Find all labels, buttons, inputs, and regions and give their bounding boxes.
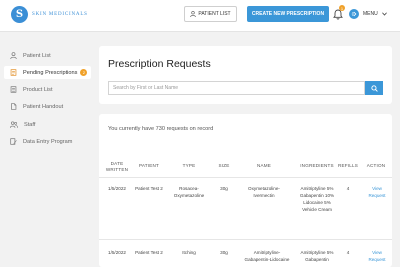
cell-size: 30g	[220, 250, 228, 255]
sidebar-item-label: Product List	[23, 86, 53, 93]
create-new-prescription-label: CREATE NEW PRESCRIPTION	[251, 11, 325, 17]
sidebar-item-product-list[interactable]: Product List	[4, 83, 91, 96]
patient-list-label: PATIENT LIST	[198, 11, 231, 17]
search-icon	[370, 84, 378, 92]
record-count: You currently have 730 requests on recor…	[108, 126, 214, 132]
user-icon	[190, 11, 197, 17]
cell-name: Amitriptyline-Gabapentin-Lidocaine	[244, 250, 290, 262]
cell-refills: 4	[346, 250, 350, 255]
search-placeholder: Search by First or Last Name	[113, 85, 179, 91]
column-header-action[interactable]: ACTION	[363, 163, 389, 169]
sidebar-item-label: Staff	[24, 121, 36, 128]
staff-icon	[10, 121, 18, 128]
sidebar-item-patient-handout[interactable]: Patient Handout	[4, 100, 91, 113]
gear-icon	[349, 9, 359, 19]
cell-name: Oxymetazoline-Ivermectin	[248, 186, 280, 198]
sidebar-item-staff[interactable]: Staff	[4, 118, 91, 131]
column-header-patient[interactable]: PATIENT	[135, 163, 163, 169]
patient-list-button[interactable]: PATIENT LIST	[184, 6, 237, 22]
page-title: Prescription Requests	[108, 58, 211, 70]
cell-type: Itching	[182, 250, 196, 255]
notification-badge: 1	[339, 5, 345, 11]
top-bar: S SKIN MEDICINALS PATIENT LIST CREATE NE…	[0, 0, 400, 32]
sidebar-item-label: Patient Handout	[23, 103, 64, 110]
view-request-link[interactable]: View Request	[365, 249, 389, 263]
column-header-refills[interactable]: REFILLS	[337, 163, 359, 169]
menu-button[interactable]: MENU	[349, 8, 387, 20]
sidebar-item-label: Patient List	[23, 52, 51, 59]
column-header-type[interactable]: TYPE	[171, 163, 207, 169]
cell-size: 30g	[220, 186, 228, 191]
cell-patient: Patient Test 2	[135, 250, 163, 255]
sidebar-item-label: Data Entry Program	[23, 138, 73, 145]
prescription-icon	[10, 69, 17, 76]
sidebar-item-pending-prescriptions[interactable]: Pending Prescriptions 2	[4, 66, 91, 79]
cell-patient: Patient Test 2	[135, 186, 163, 191]
cell-date-written: 1/5/2022	[108, 186, 126, 191]
create-new-prescription-button[interactable]: CREATE NEW PRESCRIPTION	[247, 6, 329, 22]
row-divider	[99, 239, 392, 240]
column-header-size[interactable]: SIZE	[213, 163, 235, 169]
view-request-link[interactable]: View Request	[365, 185, 389, 199]
cell-ingredients: Amitriptyline 5% Gabapentin 10% Lidocain…	[299, 186, 335, 212]
sidebar-item-patient-list[interactable]: Patient List	[4, 49, 91, 62]
sidebar-item-label: Pending Prescriptions	[23, 69, 78, 76]
column-header-name[interactable]: NAME	[242, 163, 286, 169]
cell-type: Rosacea-Oxymetazoline	[173, 186, 205, 198]
search-input[interactable]: Search by First or Last Name	[108, 81, 365, 95]
prescription-search-card: Prescription Requests Search by First or…	[99, 46, 392, 104]
logo[interactable]: S SKIN MEDICINALS	[11, 6, 88, 23]
sidebar-item-data-entry-program[interactable]: Data Entry Program	[4, 135, 91, 148]
search-button[interactable]	[365, 81, 383, 95]
column-header-date-written[interactable]: DATE WRITTEN	[103, 161, 131, 173]
sidebar: Patient List Pending Prescriptions 2 Pro…	[0, 32, 100, 267]
logo-text: SKIN MEDICINALS	[32, 12, 88, 17]
chevron-down-icon	[381, 12, 387, 16]
header-divider	[99, 177, 392, 178]
menu-label: MENU	[363, 11, 378, 17]
cell-date-written: 1/5/2022	[108, 250, 126, 255]
logo-mark: S	[11, 6, 28, 23]
cell-ingredients: Amitriptyline 5% Gabapentin	[300, 250, 334, 262]
patient-list-icon	[10, 52, 17, 59]
cell-refills: 4	[346, 186, 350, 191]
column-header-ingredients[interactable]: INGREDIENTS	[295, 163, 339, 169]
data-entry-icon	[10, 138, 17, 145]
pending-count-badge: 2	[80, 69, 88, 76]
handout-icon	[11, 103, 17, 110]
product-list-icon	[10, 86, 17, 93]
prescription-table-card: You currently have 730 requests on recor…	[99, 114, 392, 267]
